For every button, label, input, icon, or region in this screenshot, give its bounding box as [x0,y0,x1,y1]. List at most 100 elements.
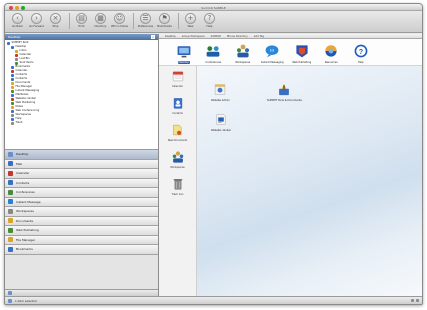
workspaces-icon-glyph [172,151,183,163]
tab-group-workspace[interactable]: Group Workspace [182,35,205,38]
bookmarks-button[interactable]: ⚑ Bookmarks [156,13,173,28]
tools-documents-icon-glyph [279,83,290,96]
module-calendar[interactable]: Calendar [5,169,158,179]
module-conferences[interactable]: Conferences [5,188,158,198]
tool-calendar[interactable]: Calendar [171,69,185,88]
folder-icon [11,73,14,77]
folder-icon [11,113,14,117]
directory-icon: ▦ [95,13,106,24]
folder-icon [11,85,14,89]
status-icon [8,298,12,303]
desktop-item-1[interactable]: Website Admin [211,82,230,102]
tool-contacts[interactable]: Contacts [171,96,185,115]
module-documents[interactable]: Documents [5,216,158,226]
toolbar-button-label: Directory [94,25,107,28]
module-web-publishing[interactable]: Web Publishing [5,226,158,236]
stop-button[interactable]: × Stop [47,13,64,28]
module-icon [8,151,13,157]
close-panel-icon[interactable]: x [151,35,155,39]
online-icon: ☺ [114,13,125,24]
launcher-instant-messaging[interactable]: !!! Instant Messaging [258,43,288,64]
module-icon [8,208,13,214]
directory-button[interactable]: ▦ Directory [92,13,109,28]
desktop-item-3[interactable]: Website: Global [211,112,231,132]
module-instant-message[interactable]: Instant Message [5,197,158,207]
status-control-b[interactable] [416,299,419,302]
help-icon: ? [353,43,369,60]
module-label: Documents [16,218,34,223]
desktop-item-2[interactable]: SUMMIT Tools & Documents [267,82,302,102]
title-bar[interactable]: Summit SAMPLE [5,4,422,11]
folder-tree: SUMMIT Root Desktop Inbox Calendar Lost Bin S… [5,40,158,150]
preferences-button[interactable]: ☰ Preferences [137,13,154,28]
tree-item[interactable]: Trash [7,121,156,125]
launcher-resources[interactable]: Resources [317,43,347,64]
svg-text:?: ? [359,47,363,56]
tree-item-label: Trash [15,121,23,124]
website-global-icon-glyph [216,114,226,125]
tab-add-tag[interactable]: Add Tag [254,35,264,38]
tab-phone-directory[interactable]: Phone Directory [227,35,248,38]
launcher-web-publishing[interactable]: Web Publishing [287,43,317,64]
desktop-item-label: Website: Global [211,129,231,132]
module-icon [8,189,13,195]
app-window: Summit SAMPLE ‹ Go Back › Go Forward × Stop ▤ P… [4,3,423,305]
module-bookmarks[interactable]: Bookmarks [5,245,158,255]
print-button[interactable]: ▤ Print [73,13,90,28]
print-icon: ▤ [76,13,87,24]
website-admin-icon [213,82,227,98]
new-button[interactable]: + New [182,13,199,28]
folder-icon [11,89,14,93]
tool-label: Calendar [172,85,183,88]
tool-workspaces[interactable]: Workspaces [170,150,185,169]
module-icon [8,218,13,224]
toolbar-button-label: Who's Online [110,25,129,28]
forward-arrow-button[interactable]: › Go Forward [28,13,45,28]
back-arrow-button[interactable]: ‹ Go Back [9,13,26,28]
tool-column: Calendar Contacts New Documents Workspaces T… [159,66,197,296]
online-button[interactable]: ☺ Who's Online [111,13,128,28]
tool-new-documents[interactable]: New Documents [167,123,188,142]
desktop-icon [176,43,192,60]
tool-label: New Documents [167,139,188,142]
module-label: Contacts [16,180,30,185]
folder-icon [15,53,18,57]
launcher-help[interactable]: ? Help [346,43,376,64]
contacts-icon-glyph [173,98,182,109]
tab-sample[interactable]: SAMPLE [211,35,221,38]
sidebar-footer-icon[interactable] [8,291,12,295]
module-desktop[interactable]: Desktop [5,150,158,160]
module-file-manager[interactable]: File Manager [5,235,158,245]
module-workspaces[interactable]: Workspaces [5,207,158,217]
workspaces-icon [235,43,251,60]
folder-icon [11,45,14,49]
module-label: Web Publishing [16,228,39,233]
module-label: Instant Message [16,199,41,204]
folder-icon [15,49,18,53]
module-label: Calendar [16,171,30,176]
launcher-workspaces[interactable]: Workspaces [228,43,258,64]
help-button[interactable]: ? Help [201,13,218,28]
launcher-conferences[interactable]: Conferences [199,43,229,64]
tab-desktop[interactable]: Desktop [165,35,176,38]
tools-documents-icon [277,82,291,98]
web-publishing-icon [294,43,310,60]
module-label: Workspaces [16,209,34,214]
launcher-label: Help [357,61,364,64]
workspaces-icon-glyph [236,44,249,58]
module-mail[interactable]: Mail [5,159,158,169]
folder-icon [11,69,14,73]
tool-label: Trash Can [171,193,184,196]
module-icon [8,227,13,233]
module-label: Desktop [16,152,29,157]
folder-icon [7,41,10,45]
status-controls [411,299,419,302]
module-label: Bookmarks [16,247,33,252]
instant-messaging-icon: !!! [264,43,280,60]
launcher-desktop[interactable]: Desktop [169,43,199,64]
module-contacts[interactable]: Contacts [5,178,158,188]
status-control-a[interactable] [411,299,414,302]
new-documents-icon-glyph [173,124,182,136]
folder-icon [11,105,14,109]
tool-trash-can[interactable]: Trash Can [171,177,185,196]
